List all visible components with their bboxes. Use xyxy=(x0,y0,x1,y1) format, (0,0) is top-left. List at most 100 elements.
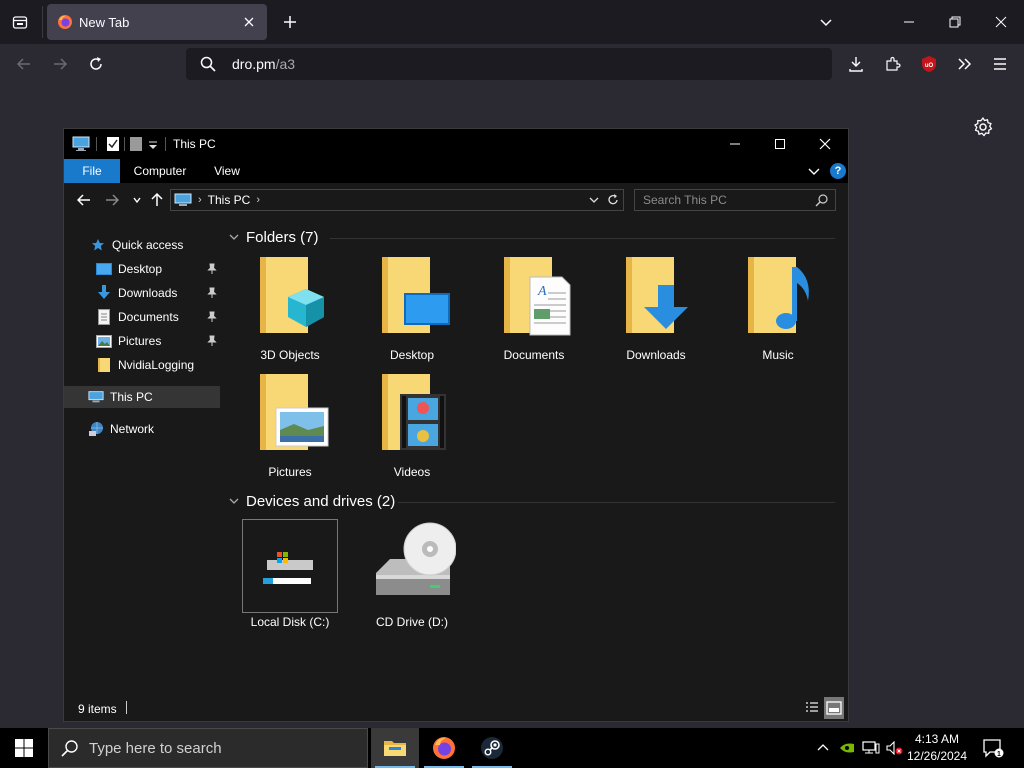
breadcrumb-this-pc[interactable]: This PC xyxy=(208,193,251,207)
folder-tile-3d-objects[interactable]: 3D Objects xyxy=(242,253,338,362)
devices-group-title: Devices and drives (2) xyxy=(246,492,396,510)
collapse-chevron-icon[interactable] xyxy=(228,495,240,507)
large-icons-view-icon xyxy=(826,701,842,715)
start-button[interactable] xyxy=(0,728,48,768)
nav-label-desktop: Desktop xyxy=(118,262,163,276)
nav-item-pictures[interactable]: Pictures xyxy=(64,330,220,352)
folder-tile-desktop[interactable]: Desktop xyxy=(364,253,460,362)
nav-label-downloads: Downloads xyxy=(118,286,178,300)
hamburger-menu-icon[interactable] xyxy=(988,52,1012,76)
folder-label-videos: Videos xyxy=(393,465,431,479)
ribbon-tab-view[interactable]: View xyxy=(204,159,250,183)
explorer-minimize-icon[interactable] xyxy=(712,129,758,159)
taskbar-steam[interactable] xyxy=(468,728,516,768)
back-arrow-icon[interactable] xyxy=(12,52,36,76)
file-explorer-folder-icon xyxy=(384,741,406,756)
folder-label-3d-objects: 3D Objects xyxy=(260,348,320,362)
back-arrow-icon[interactable] xyxy=(76,192,92,208)
address-history-chevron-icon[interactable] xyxy=(587,193,601,207)
pin-icon[interactable] xyxy=(206,335,218,347)
tab-title: New Tab xyxy=(79,14,130,30)
folder-tile-downloads[interactable]: Downloads xyxy=(608,253,704,362)
forward-arrow-icon[interactable] xyxy=(104,192,120,208)
expand-ribbon-chevron-icon[interactable] xyxy=(806,163,822,179)
drive-tile-local-disk-c[interactable] xyxy=(242,519,338,613)
new-tab-plus-icon[interactable] xyxy=(278,10,302,34)
ribbon-tab-computer[interactable]: Computer xyxy=(126,159,194,183)
more-tools-chevrons-icon[interactable] xyxy=(952,52,976,76)
ribbon-tab-file[interactable]: File xyxy=(64,159,120,183)
url-bar[interactable]: dro.pm/a3 xyxy=(186,48,832,80)
address-bar[interactable]: › This PC › xyxy=(170,189,624,211)
forward-arrow-icon[interactable] xyxy=(48,52,72,76)
qa-separator-2 xyxy=(124,137,125,151)
action-center-notification-icon[interactable]: 1 xyxy=(982,738,1004,758)
extensions-puzzle-icon[interactable] xyxy=(881,52,905,76)
tab-new-tab[interactable]: New Tab xyxy=(47,4,267,40)
breadcrumb-separator-2[interactable]: › xyxy=(256,194,260,206)
pin-icon[interactable] xyxy=(206,287,218,299)
reload-icon[interactable] xyxy=(84,52,108,76)
nvidia-icon[interactable] xyxy=(838,739,856,757)
details-view-icon[interactable] xyxy=(804,700,820,716)
help-icon[interactable]: ? xyxy=(830,163,846,179)
pin-icon[interactable] xyxy=(206,311,218,323)
taskbar-firefox[interactable] xyxy=(420,728,468,768)
svg-text:uO: uO xyxy=(925,63,934,69)
folder-label-downloads: Downloads xyxy=(626,348,686,362)
nav-item-quick-access[interactable]: Quick access xyxy=(64,234,220,256)
folders-group-title: Folders (7) xyxy=(246,228,319,246)
folder-tile-music[interactable]: Music xyxy=(730,253,826,362)
videos-folder-icon xyxy=(382,374,446,450)
properties-checkmark-icon[interactable] xyxy=(106,136,120,152)
taskbar-search-box[interactable]: Type here to search xyxy=(48,728,368,768)
close-window-icon[interactable] xyxy=(978,6,1024,38)
folder-tile-videos[interactable]: Videos xyxy=(364,370,460,479)
taskbar-file-explorer[interactable] xyxy=(371,728,419,768)
group-divider xyxy=(330,238,835,239)
folders-group-header[interactable]: Folders (7) xyxy=(228,225,319,249)
new-folder-icon[interactable] xyxy=(130,136,142,152)
recent-locations-chevron-icon[interactable] xyxy=(129,192,145,208)
nav-item-downloads[interactable]: Downloads xyxy=(64,282,220,304)
tab-separator xyxy=(42,6,43,38)
svg-text:1: 1 xyxy=(997,751,1001,758)
firefox-icon xyxy=(433,737,455,759)
taskbar-clock[interactable]: 4:13 AM 12/26/2024 xyxy=(904,731,970,765)
download-arrow-icon xyxy=(96,285,112,301)
firefox-view-icon[interactable] xyxy=(8,10,32,34)
pin-icon[interactable] xyxy=(206,263,218,275)
windows-taskbar: Type here to search 4:13 AM 12/26/2024 1 xyxy=(0,728,1024,768)
close-tab-icon[interactable] xyxy=(239,12,259,32)
devices-group-header[interactable]: Devices and drives (2) xyxy=(228,489,395,513)
nav-item-nvidialogging[interactable]: NvidiaLogging xyxy=(64,354,220,376)
show-hidden-icons-chevron-up-icon[interactable] xyxy=(814,739,832,757)
nav-item-documents[interactable]: Documents xyxy=(64,306,220,328)
customize-qa-dropdown-icon[interactable] xyxy=(148,136,158,152)
restore-window-icon[interactable] xyxy=(932,6,978,38)
network-globe-icon xyxy=(88,421,104,437)
explorer-search-input[interactable]: Search This PC xyxy=(634,189,836,211)
explorer-close-icon[interactable] xyxy=(802,129,848,159)
downloads-icon[interactable] xyxy=(844,52,868,76)
up-arrow-icon[interactable] xyxy=(149,192,165,208)
file-explorer-window: This PC File Computer View ? › This PC ›… xyxy=(63,128,849,722)
nav-item-network[interactable]: Network xyxy=(64,418,220,440)
refresh-icon[interactable] xyxy=(606,193,620,207)
drive-tile-cd-drive-d[interactable] xyxy=(364,519,460,613)
nav-item-desktop[interactable]: Desktop xyxy=(64,258,220,280)
gear-icon[interactable] xyxy=(972,116,994,138)
large-icons-view-button[interactable] xyxy=(824,697,844,719)
pictures-folder-icon xyxy=(260,374,329,450)
browser-tab-bar: New Tab xyxy=(0,0,1024,44)
list-all-tabs-chevron-down-icon[interactable] xyxy=(814,10,838,34)
collapse-chevron-icon[interactable] xyxy=(228,231,240,243)
ublock-origin-icon[interactable]: uO xyxy=(917,52,941,76)
volume-muted-icon[interactable] xyxy=(886,739,904,757)
network-icon[interactable] xyxy=(862,739,880,757)
explorer-maximize-icon[interactable] xyxy=(757,129,803,159)
minimize-window-icon[interactable] xyxy=(886,6,932,38)
nav-item-this-pc[interactable]: This PC xyxy=(64,386,220,408)
folder-tile-documents[interactable]: A Documents xyxy=(486,253,582,362)
folder-tile-pictures[interactable]: Pictures xyxy=(242,370,338,479)
